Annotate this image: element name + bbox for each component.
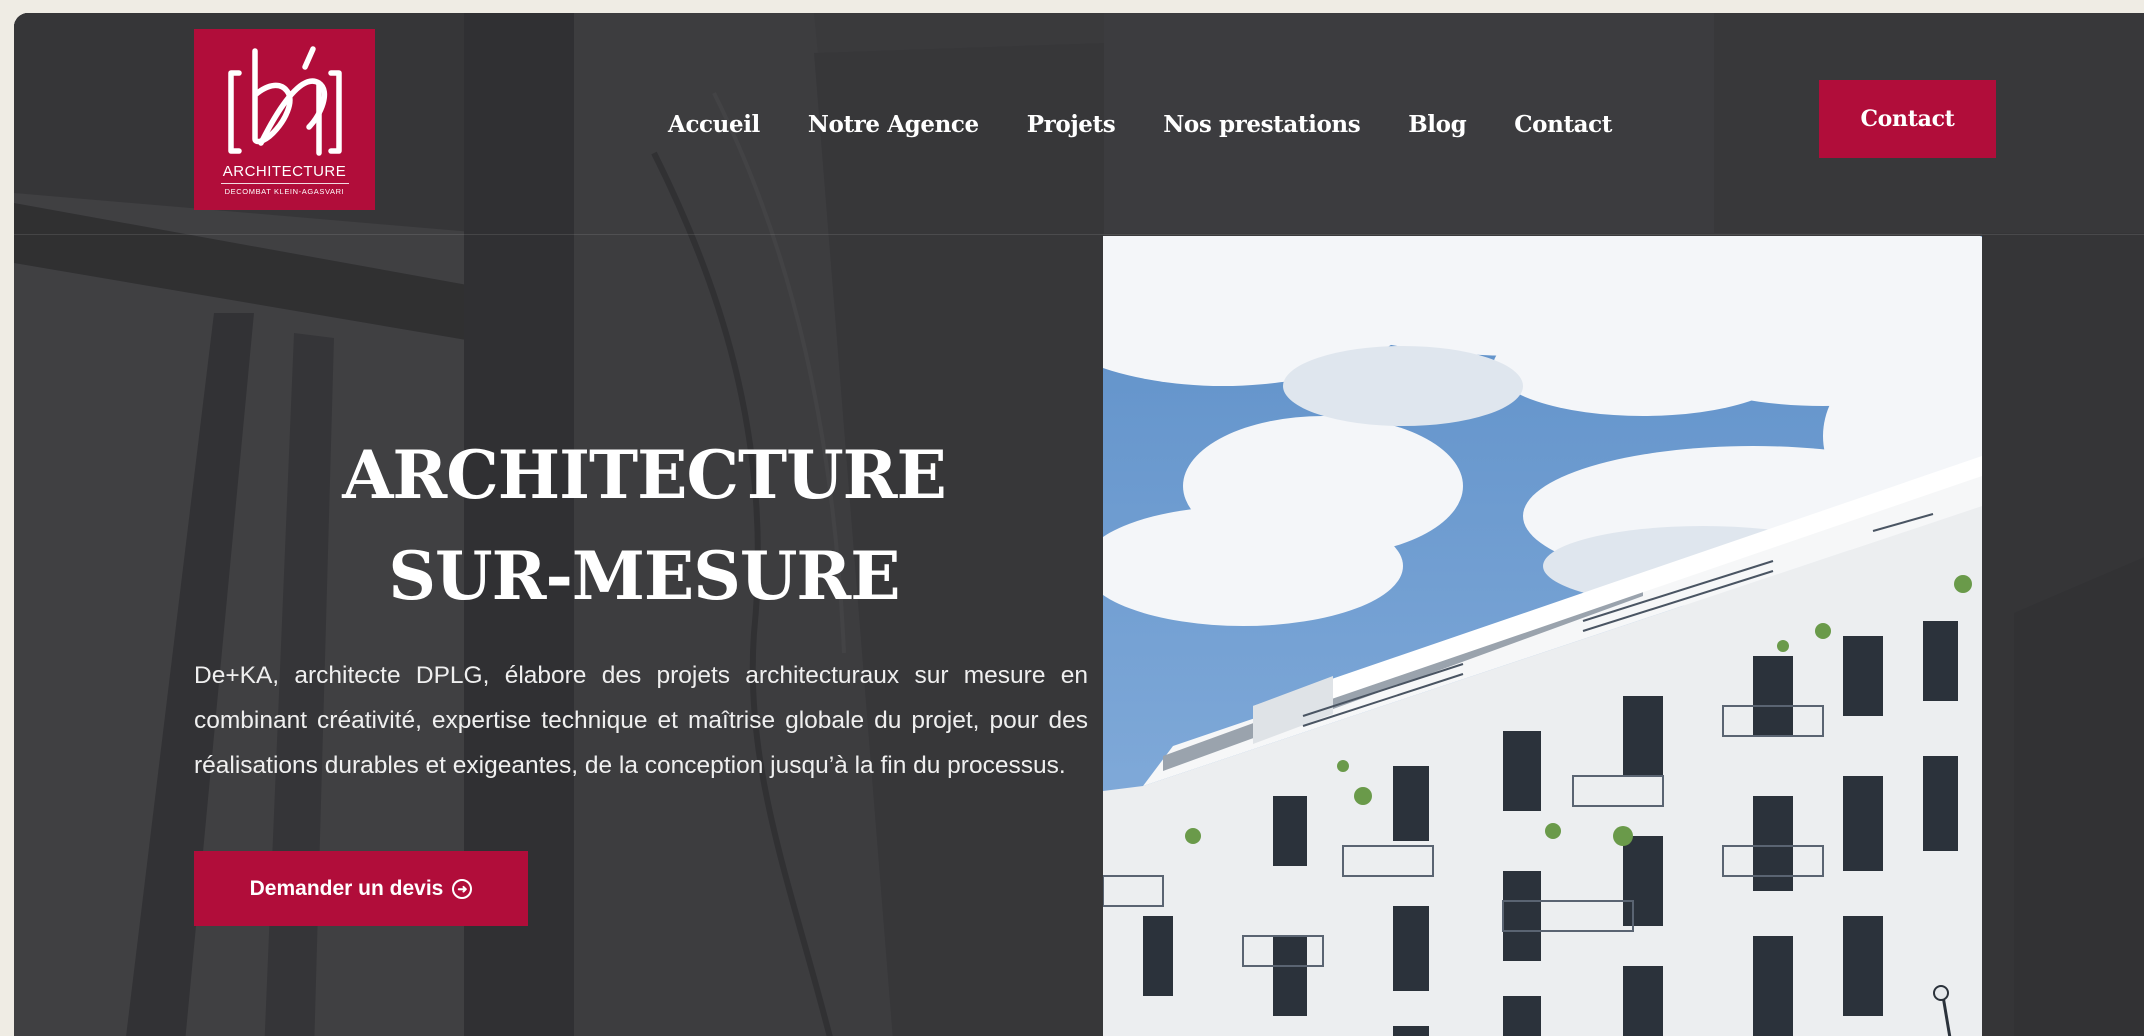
request-quote-button[interactable]: Demander un devis ➜	[194, 851, 528, 926]
nav-item-projets[interactable]: Projets	[1027, 111, 1116, 138]
hero-title: ARCHITECTURE SUR-MESURE	[194, 425, 1094, 627]
header-contact-button[interactable]: Contact	[1819, 80, 1996, 158]
logo-wordmark: ARCHITECTURE	[222, 163, 347, 180]
arrow-right-circle-icon: ➜	[452, 878, 473, 899]
site-header: ARCHITECTURE DECOMBAT KLEIN-AGASVARI Acc…	[14, 13, 2144, 235]
nav-item-nos-prestations[interactable]: Nos prestations	[1163, 111, 1360, 138]
logo-divider	[220, 183, 349, 184]
logo-mark-icon	[227, 46, 342, 156]
request-quote-label: Demander un devis	[249, 876, 444, 900]
hero-title-line-2: SUR-MESURE	[388, 537, 900, 615]
page-frame: ARCHITECTURE DECOMBAT KLEIN-AGASVARI Acc…	[14, 13, 2144, 1036]
brand-logo[interactable]: ARCHITECTURE DECOMBAT KLEIN-AGASVARI	[194, 29, 375, 210]
hero-title-line-1: ARCHITECTURE	[342, 436, 947, 514]
hero-description: De+KA, architecte DPLG, élabore des proj…	[194, 662, 1088, 779]
nav-item-blog[interactable]: Blog	[1408, 111, 1466, 138]
nav-item-notre-agence[interactable]: Notre Agence	[808, 111, 979, 138]
hero-building-image	[1103, 236, 1982, 1036]
nav-item-contact[interactable]: Contact	[1514, 111, 1612, 138]
main-navigation: Accueil Notre Agence Projets Nos prestat…	[668, 111, 1612, 138]
logo-tagline: DECOMBAT KLEIN-AGASVARI	[224, 187, 345, 196]
nav-item-accueil[interactable]: Accueil	[668, 111, 760, 138]
